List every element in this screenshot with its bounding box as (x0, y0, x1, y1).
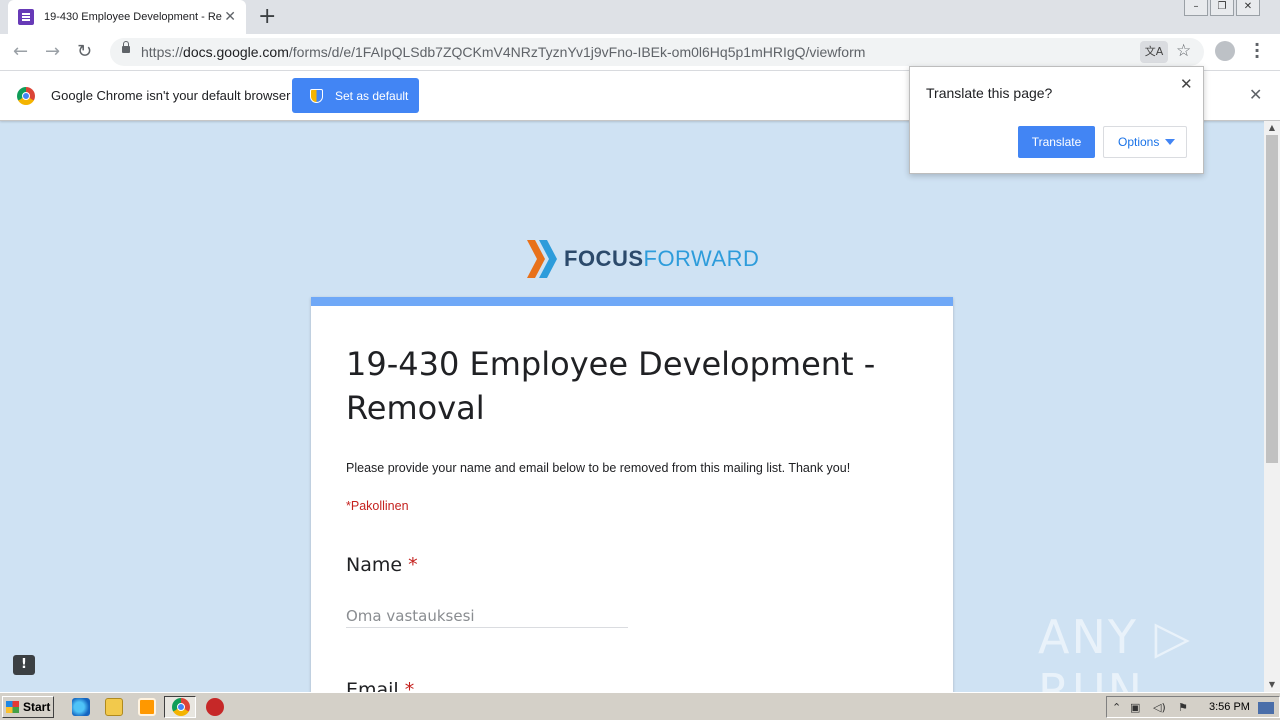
flag-icon[interactable]: ⚑ (1178, 701, 1188, 714)
folder-icon[interactable] (105, 698, 123, 716)
name-input[interactable] (346, 604, 628, 628)
translate-popup-title: Translate this page? (926, 85, 1053, 101)
chrome-taskbar-icon (172, 698, 190, 716)
form-card: 19-430 Employee Development - Removal Pl… (311, 297, 953, 701)
feedback-icon[interactable]: ! (13, 655, 35, 675)
logo-wordmark: FOCUSFORWARD (564, 246, 759, 272)
tab-close-icon[interactable]: ✕ (224, 9, 236, 25)
form-title: 19-430 Employee Development - Removal (346, 345, 876, 427)
infobar-message: Google Chrome isn't your default browser (51, 88, 291, 103)
url-host: docs.google.com (183, 44, 289, 60)
window-controls: – ❐ ✕ (1182, 0, 1260, 16)
volume-icon[interactable]: ◁) (1153, 701, 1166, 714)
translate-button[interactable]: Translate (1018, 126, 1095, 158)
tab-strip: 19-430 Employee Development - Removal ✕ … (0, 0, 1280, 34)
new-tab-button[interactable]: + (258, 4, 276, 30)
chrome-taskbar-button[interactable] (164, 696, 196, 718)
window-close-button[interactable]: ✕ (1236, 0, 1260, 16)
opera-icon[interactable] (206, 698, 224, 716)
translate-options-button[interactable]: Options (1103, 126, 1187, 158)
internet-explorer-icon[interactable] (72, 698, 90, 716)
minimize-button[interactable]: – (1184, 0, 1208, 16)
vertical-scrollbar[interactable]: ▲ ▼ (1264, 121, 1280, 692)
question-name-text: Name (346, 554, 403, 576)
windows-taskbar: Start ⌃ ▣ ◁) ⚑ 3:56 PM (0, 692, 1280, 720)
form-description: Please provide your name and email below… (346, 461, 851, 475)
chrome-logo-icon (17, 87, 35, 105)
translate-options-label: Options (1118, 135, 1160, 149)
url-scheme: https:// (141, 44, 184, 60)
show-desktop-icon[interactable] (1258, 702, 1274, 714)
focus-forward-logo: FOCUSFORWARD (527, 240, 759, 278)
translate-icon[interactable]: 文A (1140, 41, 1168, 63)
url-text[interactable]: https://docs.google.com/forms/d/e/1FAIpQ… (141, 44, 865, 60)
media-player-icon[interactable] (138, 698, 156, 716)
bookmark-star-icon[interactable]: ☆ (1176, 41, 1191, 61)
network-icon[interactable]: ▣ (1130, 701, 1140, 714)
back-icon[interactable]: ← (13, 41, 28, 62)
url-path: /forms/d/e/1FAIpQLSdb7ZQCKmV4NRzTyznYv1j… (288, 44, 866, 60)
tab-title: 19-430 Employee Development - Removal (44, 11, 222, 23)
caret-down-icon (1165, 139, 1175, 145)
forward-icon[interactable]: → (45, 41, 60, 62)
profile-avatar-icon[interactable] (1215, 41, 1235, 61)
set-as-default-button[interactable]: Set as default (292, 78, 419, 113)
shield-icon (310, 88, 323, 103)
google-forms-icon (18, 9, 34, 25)
translate-popup: Translate this page? ✕ Translate Options (909, 66, 1204, 174)
restore-button[interactable]: ❐ (1210, 0, 1234, 16)
scroll-up-arrow-icon[interactable]: ▲ (1264, 121, 1280, 135)
reload-icon[interactable]: ↻ (77, 41, 92, 62)
infobar-close-icon[interactable]: ✕ (1249, 85, 1262, 104)
required-note: *Pakollinen (346, 499, 409, 513)
translate-popup-close-icon[interactable]: ✕ (1180, 75, 1193, 93)
browser-tab[interactable]: 19-430 Employee Development - Removal ✕ (8, 0, 246, 34)
address-bar[interactable]: https://docs.google.com/forms/d/e/1FAIpQ… (110, 38, 1204, 66)
lock-icon (122, 41, 130, 53)
scrollbar-thumb[interactable] (1266, 135, 1278, 463)
set-as-default-label: Set as default (335, 88, 409, 103)
question-name-label: Name * (346, 554, 418, 576)
scroll-down-arrow-icon[interactable]: ▼ (1264, 678, 1280, 692)
tray-expand-icon[interactable]: ⌃ (1112, 701, 1121, 714)
clock[interactable]: 3:56 PM (1209, 701, 1250, 713)
logo-word-forward: FORWARD (643, 246, 760, 271)
logo-word-focus: FOCUS (564, 246, 644, 271)
required-asterisk: * (408, 554, 418, 576)
double-chevron-icon (527, 240, 557, 278)
kebab-menu-icon[interactable]: · · · (1254, 37, 1260, 65)
start-button[interactable]: Start (2, 696, 54, 718)
